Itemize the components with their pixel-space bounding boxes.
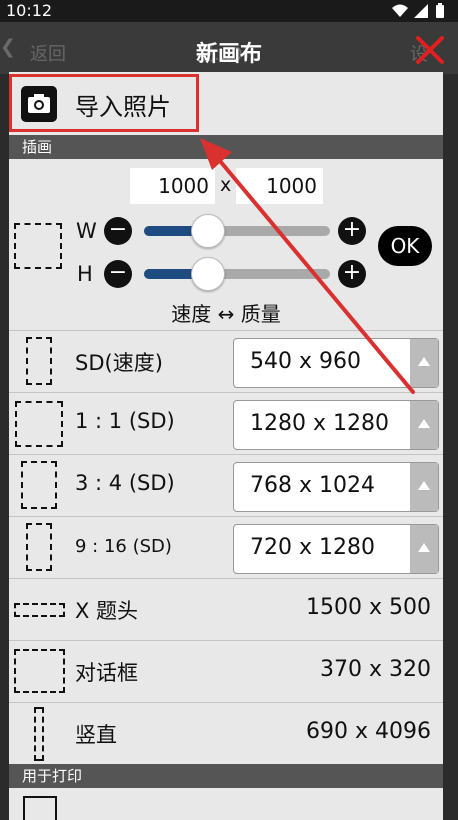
height-slider-thumb[interactable]	[191, 257, 225, 291]
aspect-preview	[34, 707, 44, 761]
size-select-value: 768 x 1024	[250, 473, 375, 498]
aspect-preview	[14, 603, 65, 617]
size-select[interactable]: 1280 x 1280	[233, 400, 439, 450]
chevron-up-icon[interactable]	[410, 401, 438, 449]
status-time: 10:12	[6, 1, 53, 20]
size-select[interactable]: 720 x 1280	[233, 524, 439, 574]
canvas-preview	[14, 223, 62, 269]
size-select[interactable]: 540 x 960	[233, 338, 439, 388]
preset-row-sd-speed[interactable]: SD(速度) 540 x 960	[9, 330, 443, 392]
height-decrease-button[interactable]: −	[104, 260, 132, 288]
width-increase-button[interactable]: +	[338, 217, 366, 245]
preset-size: 690 x 4096	[306, 719, 431, 744]
preset-row-1-1[interactable]: 1 : 1 (SD) 1280 x 1280	[9, 392, 443, 454]
preset-name: 对话框	[75, 661, 138, 685]
height-slider-label: H	[77, 262, 93, 286]
chevron-up-icon[interactable]	[410, 525, 438, 573]
app-bar: ❮ 返回 我...0) 设 新画布	[0, 22, 458, 74]
size-select[interactable]: 768 x 1024	[233, 462, 439, 512]
status-icons	[392, 3, 444, 18]
width-slider-track[interactable]	[144, 226, 330, 236]
width-decrease-button[interactable]: −	[104, 217, 132, 245]
wifi-icon	[392, 4, 408, 17]
height-input[interactable]: 1000	[236, 168, 323, 204]
aspect-preview	[26, 523, 52, 571]
width-slider-label: W	[76, 219, 97, 243]
preset-row-x-header[interactable]: X 题头 1500 x 500	[9, 578, 443, 640]
size-separator: x	[220, 174, 232, 196]
preset-row-vertical[interactable]: 竖直 690 x 4096	[9, 702, 443, 764]
chevron-up-icon[interactable]	[410, 339, 438, 387]
width-slider-thumb[interactable]	[191, 214, 225, 248]
signal-icon	[414, 4, 428, 18]
preset-row-3-4[interactable]: 3 : 4 (SD) 768 x 1024	[9, 454, 443, 516]
status-bar: 10:12	[0, 0, 458, 22]
size-select-value: 1280 x 1280	[250, 411, 389, 436]
aspect-preview	[26, 337, 52, 385]
preset-name: SD(速度)	[75, 351, 163, 375]
highlight-box	[9, 74, 199, 132]
section-header-print: 用于打印	[9, 764, 443, 788]
preset-size: 370 x 320	[320, 657, 431, 682]
size-select-value: 540 x 960	[250, 349, 361, 374]
preset-name: 竖直	[75, 723, 117, 747]
size-select-value: 720 x 1280	[250, 535, 375, 560]
print-preset-row[interactable]	[9, 788, 443, 820]
speed-quality-caption: 速度 ↔ 质量	[171, 302, 281, 326]
preset-name: 9 : 16 (SD)	[75, 536, 172, 557]
preset-name: X 题头	[75, 599, 139, 623]
aspect-preview	[15, 401, 63, 447]
preset-row-dialog-box[interactable]: 对话框 370 x 320	[9, 640, 443, 702]
aspect-preview	[21, 461, 57, 509]
preset-name: 1 : 1 (SD)	[75, 409, 175, 433]
battery-icon	[436, 5, 444, 18]
preset-size: 1500 x 500	[306, 595, 431, 620]
aspect-preview	[14, 649, 65, 693]
width-input[interactable]: 1000	[130, 168, 215, 204]
new-canvas-dialog: 导入照片 插画 1000 x 1000 W − + H − + OK 速度 ↔ …	[9, 72, 443, 820]
aspect-preview	[23, 796, 57, 820]
close-icon[interactable]	[414, 34, 446, 66]
preset-row-9-16[interactable]: 9 : 16 (SD) 720 x 1280	[9, 516, 443, 578]
height-slider-track[interactable]	[144, 269, 330, 279]
chevron-up-icon[interactable]	[410, 463, 438, 511]
dialog-title: 新画布	[195, 42, 262, 67]
ok-button[interactable]: OK	[378, 226, 432, 266]
preset-name: 3 : 4 (SD)	[75, 471, 175, 495]
section-header-illustration: 插画	[9, 135, 443, 159]
height-increase-button[interactable]: +	[338, 260, 366, 288]
